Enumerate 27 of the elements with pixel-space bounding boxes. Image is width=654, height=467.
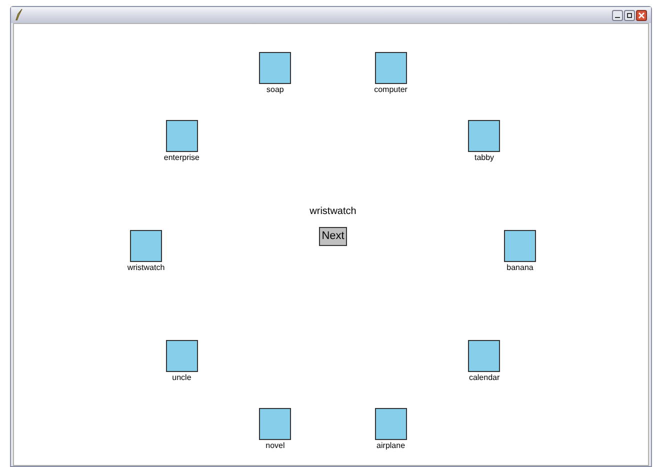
item-square[interactable] <box>259 408 292 440</box>
item-square[interactable] <box>468 120 500 152</box>
item-label: enterprise <box>164 153 200 164</box>
item-label: tabby <box>474 153 494 164</box>
prompt-word: wristwatch <box>310 206 356 218</box>
close-icon <box>638 12 645 18</box>
item-label: calendar <box>468 372 500 383</box>
minimize-button[interactable] <box>612 10 623 20</box>
item-label: novel <box>266 440 285 451</box>
item-label: banana <box>506 263 534 273</box>
maximize-button[interactable] <box>624 10 635 20</box>
feather-icon <box>15 9 23 21</box>
item-square[interactable] <box>130 230 162 262</box>
item-label: airplane <box>376 440 406 451</box>
close-button[interactable] <box>636 10 647 20</box>
item-label: uncle <box>172 372 192 383</box>
item-square[interactable] <box>166 120 198 152</box>
item-square[interactable] <box>374 52 407 84</box>
item-label: wristwatch <box>127 263 165 273</box>
item-square[interactable] <box>374 408 407 440</box>
item-label: computer <box>374 85 408 96</box>
item-square[interactable] <box>259 52 292 84</box>
next-button[interactable]: Next <box>318 227 348 246</box>
item-square[interactable] <box>166 340 198 372</box>
item-square[interactable] <box>468 340 500 372</box>
item-label: soap <box>266 85 284 96</box>
item-square[interactable] <box>504 230 536 262</box>
